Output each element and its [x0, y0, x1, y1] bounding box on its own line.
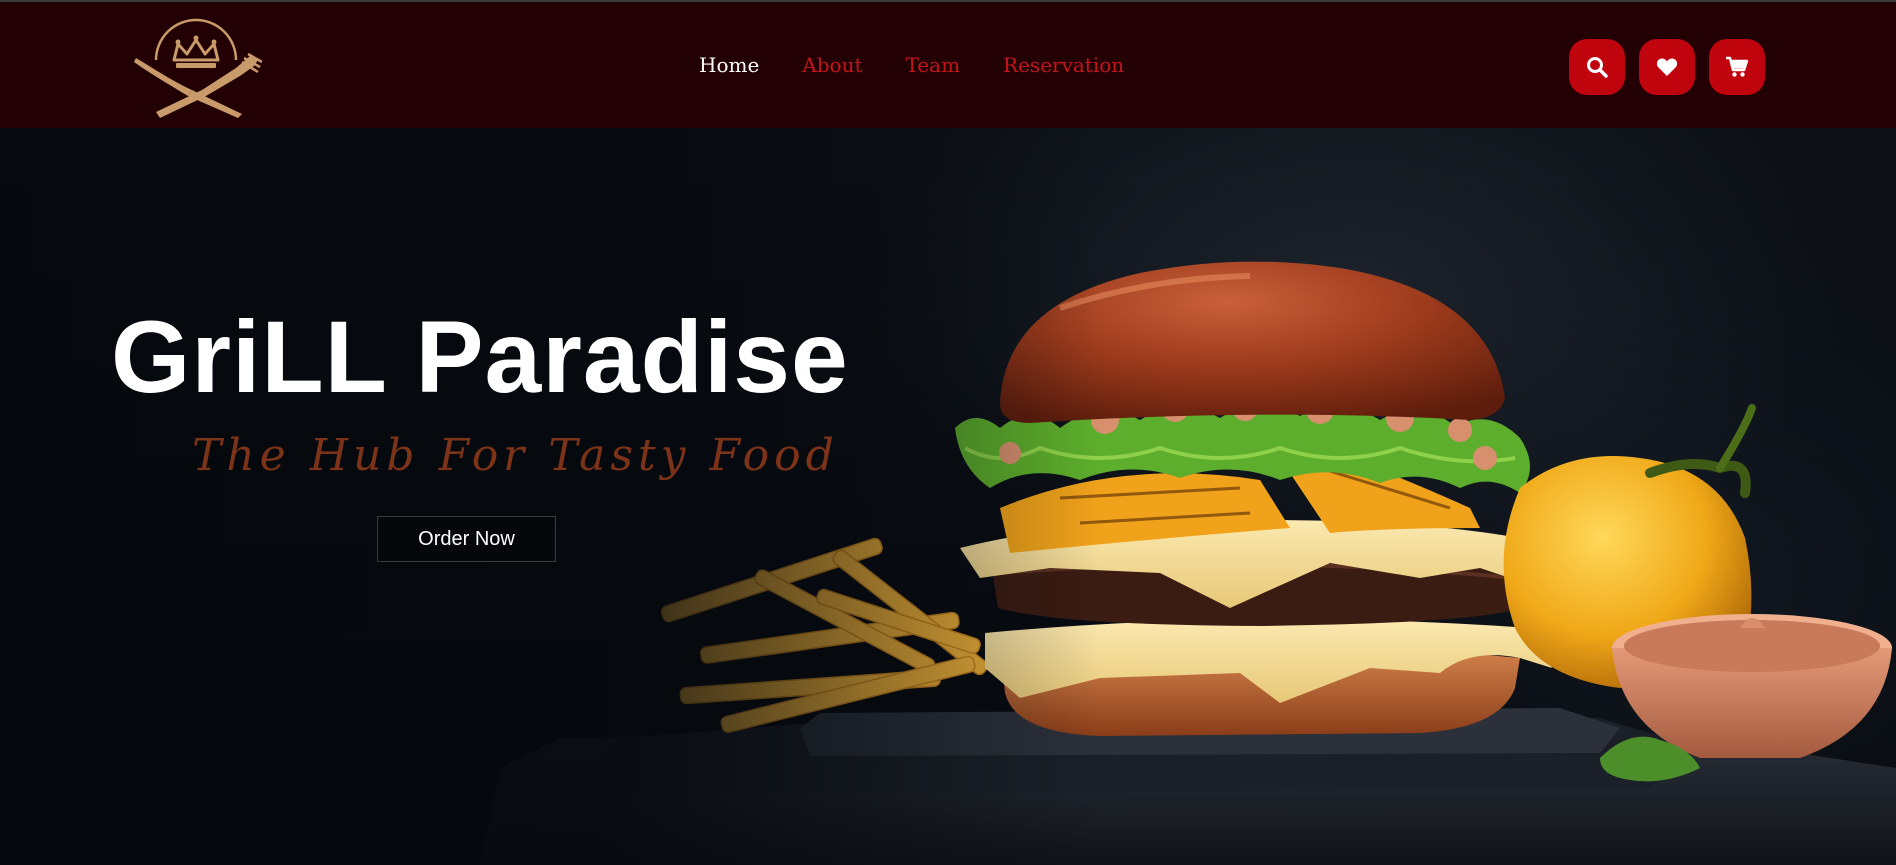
hero-section: GriLL Paradise The Hub For Tasty Food Or…	[0, 128, 1896, 865]
header-actions	[1569, 39, 1765, 95]
nav-link-reservation[interactable]: Reservation	[1003, 53, 1124, 77]
hero-overlay	[0, 128, 1100, 865]
order-now-button[interactable]: Order Now	[377, 516, 556, 562]
cart-button[interactable]	[1709, 39, 1765, 95]
search-icon	[1587, 57, 1608, 78]
hero-title: GriLL Paradise	[111, 300, 849, 414]
nav-link-home[interactable]: Home	[699, 53, 759, 77]
top-navbar: Home About Team Reservation	[0, 0, 1896, 128]
nav-link-team[interactable]: Team	[906, 53, 961, 77]
main-nav: Home About Team Reservation	[699, 53, 1167, 77]
restaurant-logo[interactable]	[130, 14, 262, 118]
heart-icon	[1656, 58, 1678, 76]
nav-link-about[interactable]: About	[802, 53, 862, 77]
search-button[interactable]	[1569, 39, 1625, 95]
cart-icon	[1726, 56, 1749, 77]
hero-tagline: The Hub For Tasty Food	[192, 430, 839, 481]
wishlist-button[interactable]	[1639, 39, 1695, 95]
